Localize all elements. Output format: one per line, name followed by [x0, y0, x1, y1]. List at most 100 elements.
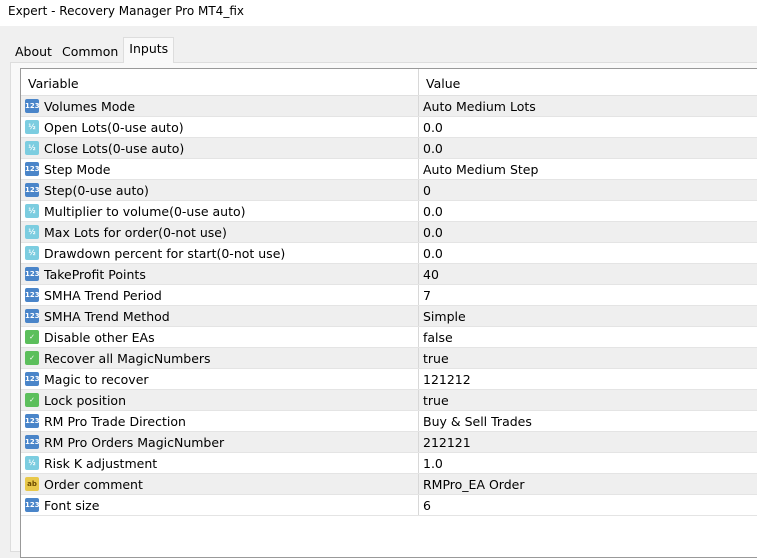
table-row[interactable]: ab Order comment RMPro_EA Order [21, 474, 757, 495]
value-cell[interactable]: 0.0 [419, 138, 447, 158]
variable-name: Step(0-use auto) [44, 182, 149, 198]
column-header-variable[interactable]: Variable [21, 69, 419, 95]
integer-type-icon: 123 [25, 435, 40, 449]
integer-type-icon: 123 [25, 498, 40, 512]
variable-name: Order comment [44, 476, 143, 492]
variable-cell: 123 Volumes Mode [21, 96, 419, 116]
integer-type-icon: 123 [25, 288, 40, 302]
value-cell[interactable]: 1.0 [419, 453, 447, 473]
value-cell[interactable]: 0 [419, 180, 435, 200]
value-cell[interactable]: true [419, 390, 453, 410]
variable-cell: 123 Font size [21, 495, 419, 515]
double-type-icon: ½ [25, 141, 39, 155]
value-cell[interactable]: 0.0 [419, 117, 447, 137]
tab-inputs[interactable]: Inputs [123, 37, 175, 63]
table-row[interactable]: 123 Font size 6 [21, 495, 757, 516]
boolean-type-icon: ✓ [25, 393, 39, 407]
tab-about[interactable]: About [10, 39, 57, 63]
double-type-icon: ½ [25, 456, 39, 470]
variable-cell: ✓ Recover all MagicNumbers [21, 348, 419, 368]
variable-cell: 123 TakeProfit Points [21, 264, 419, 284]
variable-name: Magic to recover [44, 371, 149, 387]
value-cell[interactable]: Auto Medium Step [419, 159, 542, 179]
table-row[interactable]: 123 SMHA Trend Period 7 [21, 285, 757, 306]
double-type-icon: ½ [25, 204, 39, 218]
variable-cell: ½ Max Lots for order(0-not use) [21, 222, 419, 242]
table-row[interactable]: 123 TakeProfit Points 40 [21, 264, 757, 285]
table-row[interactable]: ✓ Lock position true [21, 390, 757, 411]
variable-cell: ½ Drawdown percent for start(0-not use) [21, 243, 419, 263]
variable-cell: ab Order comment [21, 474, 419, 494]
variable-name: Step Mode [44, 161, 111, 177]
table-row[interactable]: ✓ Recover all MagicNumbers true [21, 348, 757, 369]
table-row[interactable]: 123 RM Pro Trade Direction Buy & Sell Trad… [21, 411, 757, 432]
table-row[interactable]: ✓ Disable other EAs false [21, 327, 757, 348]
variable-name: SMHA Trend Period [44, 287, 162, 303]
table-row[interactable]: 123 Step Mode Auto Medium Step [21, 159, 757, 180]
value-cell[interactable]: 6 [419, 495, 435, 515]
boolean-type-icon: ✓ [25, 351, 39, 365]
value-cell[interactable]: 121212 [419, 369, 475, 389]
value-cell[interactable]: 0.0 [419, 243, 447, 263]
integer-type-icon: 123 [25, 162, 40, 176]
table-row[interactable]: 123 Step(0-use auto) 0 [21, 180, 757, 201]
variable-name: TakeProfit Points [44, 266, 146, 282]
tab-common[interactable]: Common [57, 39, 123, 63]
value-cell[interactable]: 7 [419, 285, 435, 305]
variable-name: Risk K adjustment [44, 455, 158, 471]
variable-cell: ½ Open Lots(0-use auto) [21, 117, 419, 137]
table-row[interactable]: ½ Risk K adjustment 1.0 [21, 453, 757, 474]
inputs-table: Variable Value 123 Volumes Mode Auto Mediu… [20, 68, 757, 558]
integer-type-icon: 123 [25, 267, 40, 281]
table-row[interactable]: 123 Volumes Mode Auto Medium Lots [21, 96, 757, 117]
variable-name: Drawdown percent for start(0-not use) [44, 245, 286, 261]
variable-name: RM Pro Orders MagicNumber [44, 434, 225, 450]
integer-type-icon: 123 [25, 99, 40, 113]
table-row[interactable]: ½ Open Lots(0-use auto) 0.0 [21, 117, 757, 138]
integer-type-icon: 123 [25, 414, 40, 428]
value-cell[interactable]: Auto Medium Lots [419, 96, 540, 116]
variable-cell: 123 Step Mode [21, 159, 419, 179]
value-cell[interactable]: 40 [419, 264, 443, 284]
variable-cell: ✓ Lock position [21, 390, 419, 410]
variable-cell: ½ Risk K adjustment [21, 453, 419, 473]
variable-cell: 123 SMHA Trend Method [21, 306, 419, 326]
table-row[interactable]: ½ Multiplier to volume(0-use auto) 0.0 [21, 201, 757, 222]
value-cell[interactable]: 0.0 [419, 222, 447, 242]
value-cell[interactable]: Simple [419, 306, 470, 326]
table-body: 123 Volumes Mode Auto Medium Lots ½ Open Lot… [21, 96, 757, 516]
table-row[interactable]: ½ Drawdown percent for start(0-not use) 0.… [21, 243, 757, 264]
string-type-icon: ab [25, 477, 39, 491]
value-cell[interactable]: 212121 [419, 432, 475, 452]
integer-type-icon: 123 [25, 183, 40, 197]
table-row[interactable]: ½ Close Lots(0-use auto) 0.0 [21, 138, 757, 159]
table-row[interactable]: 123 Magic to recover 121212 [21, 369, 757, 390]
integer-type-icon: 123 [25, 372, 40, 386]
variable-name: Volumes Mode [44, 98, 136, 114]
variable-name: Recover all MagicNumbers [44, 350, 211, 366]
value-cell[interactable]: 0.0 [419, 201, 447, 221]
table-row[interactable]: 123 SMHA Trend Method Simple [21, 306, 757, 327]
value-cell[interactable]: true [419, 348, 453, 368]
boolean-type-icon: ✓ [25, 330, 39, 344]
window-title: Expert - Recovery Manager Pro MT4_fix [0, 0, 757, 26]
table-row[interactable]: ½ Max Lots for order(0-not use) 0.0 [21, 222, 757, 243]
variable-cell: ½ Close Lots(0-use auto) [21, 138, 419, 158]
table-row[interactable]: 123 RM Pro Orders MagicNumber 212121 [21, 432, 757, 453]
variable-cell: 123 Step(0-use auto) [21, 180, 419, 200]
variable-name: Close Lots(0-use auto) [44, 140, 185, 156]
value-cell[interactable]: false [419, 327, 457, 347]
value-cell[interactable]: RMPro_EA Order [419, 474, 529, 494]
variable-name: Multiplier to volume(0-use auto) [44, 203, 246, 219]
variable-cell: ½ Multiplier to volume(0-use auto) [21, 201, 419, 221]
value-cell[interactable]: Buy & Sell Trades [419, 411, 536, 431]
variable-cell: 123 Magic to recover [21, 369, 419, 389]
variable-cell: 123 RM Pro Orders MagicNumber [21, 432, 419, 452]
variable-cell: ✓ Disable other EAs [21, 327, 419, 347]
variable-name: RM Pro Trade Direction [44, 413, 186, 429]
column-header-value[interactable]: Value [419, 69, 467, 95]
variable-name: Disable other EAs [44, 329, 155, 345]
tab-bar: About Common Inputs [10, 37, 175, 63]
variable-cell: 123 SMHA Trend Period [21, 285, 419, 305]
double-type-icon: ½ [25, 225, 39, 239]
